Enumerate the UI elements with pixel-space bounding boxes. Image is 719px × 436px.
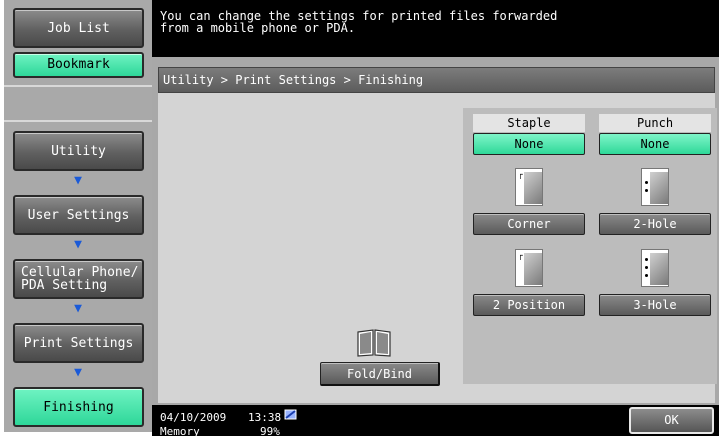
status-bar: 04/10/2009 13:38 Memory 99% OK (152, 405, 719, 436)
main-panel: Utility > Print Settings > Finishing Sta… (152, 57, 719, 405)
memory-label: Memory (160, 425, 200, 436)
sidebar-divider (4, 120, 152, 122)
bookmark-button[interactable]: Bookmark (13, 52, 144, 78)
sidebar-item-cellular-phone-pda-setting[interactable]: Cellular Phone/ PDA Setting (13, 259, 144, 299)
memory-value: 99% (260, 425, 280, 436)
job-list-button[interactable]: Job List (13, 8, 144, 48)
message-line-2: from a mobile phone or PDA. (160, 21, 356, 35)
punch-3-hole-button[interactable]: 3-Hole (599, 294, 711, 316)
down-arrow-icon: ▼ (74, 237, 82, 252)
breadcrumb: Utility > Print Settings > Finishing (158, 67, 715, 93)
ok-button[interactable]: OK (629, 407, 714, 434)
staple-label: Staple (473, 114, 585, 132)
staple-none-button[interactable]: None (473, 133, 585, 155)
sidebar-item-print-settings[interactable]: Print Settings (13, 323, 144, 363)
book-icon (357, 329, 391, 357)
network-status-icon (284, 409, 297, 420)
staple-punch-panel: Staple None ┌ Corner ┌ 2 Position Punch … (463, 108, 717, 384)
down-arrow-icon: ▼ (74, 365, 82, 380)
punch-2-hole-button[interactable]: 2-Hole (599, 213, 711, 235)
staple-corner-icon: ┌ (515, 168, 543, 206)
status-time: 13:38 (248, 411, 282, 424)
message-bar: You can change the settings for printed … (152, 0, 719, 57)
down-arrow-icon: ▼ (74, 301, 82, 316)
staple-corner-button[interactable]: Corner (473, 213, 585, 235)
sidebar-item-user-settings[interactable]: User Settings (13, 195, 144, 235)
finishing-settings-screen: Job List Bookmark Utility ▼ User Setting… (0, 0, 719, 436)
punch-none-button[interactable]: None (599, 133, 711, 155)
sidebar-item-finishing[interactable]: Finishing (13, 387, 144, 427)
sidebar-divider (4, 85, 152, 87)
sidebar-item-utility[interactable]: Utility (13, 131, 144, 171)
staple-2-position-button[interactable]: 2 Position (473, 294, 585, 316)
down-arrow-icon: ▼ (74, 173, 82, 188)
staple-2-position-icon: ┌ (515, 249, 543, 287)
settings-area: Staple None ┌ Corner ┌ 2 Position Punch … (158, 93, 717, 403)
punch-label: Punch (599, 114, 711, 132)
sidebar: Job List Bookmark Utility ▼ User Setting… (4, 0, 152, 432)
punch-2-hole-icon (641, 168, 669, 206)
fold-bind-button[interactable]: Fold/Bind (320, 362, 440, 386)
status-date: 04/10/2009 (160, 411, 227, 424)
punch-3-hole-icon (641, 249, 669, 287)
